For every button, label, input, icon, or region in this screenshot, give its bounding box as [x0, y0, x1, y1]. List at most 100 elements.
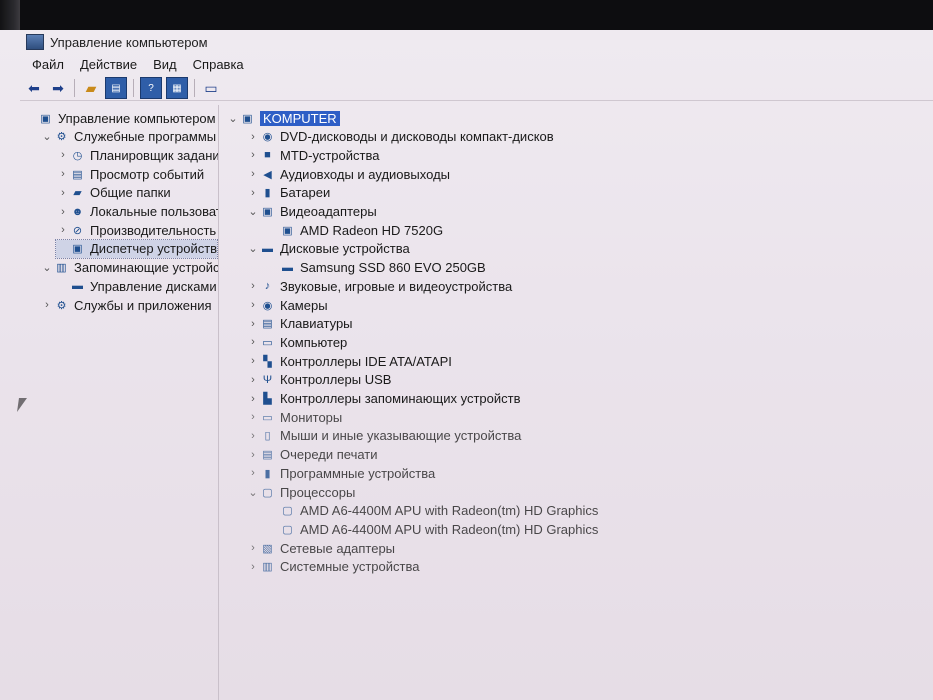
monitor-icon: ▭: [262, 411, 273, 424]
chevron-right-icon[interactable]: ›: [246, 149, 260, 161]
chevron-right-icon[interactable]: ›: [246, 187, 260, 199]
device-tree-item[interactable]: › Ψ Контроллеры USB: [246, 371, 391, 389]
device-tree-label: AMD A6-4400M APU with Radeon(tm) HD Grap…: [300, 521, 599, 537]
nav-tree-item[interactable]: ⌄ ⚙ Служебные программы: [40, 128, 216, 146]
device-tree-label: AMD Radeon HD 7520G: [300, 222, 444, 238]
nav-tree-label: Общие папки: [90, 185, 171, 201]
help-icon[interactable]: ?: [140, 77, 162, 99]
chevron-right-icon[interactable]: ›: [56, 206, 70, 218]
device-tree-item[interactable]: ⌄ ▣ KOMPUTER: [226, 109, 340, 127]
chevron-right-icon[interactable]: ›: [246, 467, 260, 479]
device-tree-label: MTD-устройства: [280, 147, 380, 163]
device-tree-label: Мониторы: [280, 409, 343, 425]
keyboard-icon: ▤: [262, 318, 273, 331]
device-tree-item[interactable]: ▣ AMD Radeon HD 7520G: [266, 221, 443, 239]
device-tree-item[interactable]: › ▤ Очереди печати: [246, 446, 377, 464]
display-adapter-icon: ▣: [262, 206, 273, 218]
device-tree-item[interactable]: › ▤ Клавиатуры: [246, 315, 353, 333]
chevron-right-icon[interactable]: ›: [246, 374, 260, 386]
folder-up-icon[interactable]: ▰: [81, 78, 101, 98]
nav-tree-item[interactable]: › ⊘ Производительность: [56, 221, 216, 239]
chevron-right-icon[interactable]: ›: [56, 168, 70, 180]
screen: Управление компьютером Файл Действие Вид…: [0, 30, 933, 700]
device-tree-item[interactable]: › ♪ Звуковые, игровые и видеоустройства: [246, 277, 512, 295]
chevron-right-icon[interactable]: ›: [246, 542, 260, 554]
nav-tree-item[interactable]: ▣ Диспетчер устройств: [54, 238, 218, 259]
device-manager-icon: ▣: [72, 243, 83, 256]
chevron-right-icon[interactable]: ›: [246, 299, 260, 311]
device-tree-item[interactable]: › ◉ DVD-дисководы и дисководы компакт-диск…: [246, 128, 554, 146]
processor-icon: ▢: [282, 523, 293, 536]
nav-tree-item[interactable]: ▣ Управление компьютером (л: [24, 109, 218, 127]
nav-tree-item[interactable]: › ☻ Локальные пользовате: [56, 203, 218, 221]
chevron-right-icon[interactable]: ›: [246, 430, 260, 442]
monitor-icon: ▭: [262, 336, 273, 349]
device-tree-item[interactable]: ▢ AMD A6-4400M APU with Radeon(tm) HD Gra…: [266, 520, 598, 538]
menu-action[interactable]: Действие: [80, 57, 137, 72]
device-tree-item[interactable]: ⌄ ▬ Дисковые устройства: [246, 240, 409, 258]
device-tree-item[interactable]: › ▥ Системные устройства: [246, 558, 419, 576]
chevron-right-icon[interactable]: ›: [246, 393, 260, 405]
menu-view[interactable]: Вид: [153, 57, 177, 72]
computer-management-icon: [26, 34, 44, 50]
device-tree-item[interactable]: › ▮ Батареи: [246, 184, 330, 202]
device-tree-item[interactable]: ⌄ ▣ Видеоадаптеры: [246, 203, 376, 221]
chevron-right-icon[interactable]: ›: [246, 355, 260, 367]
nav-tree-item[interactable]: ⌄ ▥ Запоминающие устройст: [40, 259, 218, 277]
device-tree-item[interactable]: ▢ AMD A6-4400M APU with Radeon(tm) HD Gra…: [266, 502, 598, 520]
show-hide-tree-icon[interactable]: ▤: [105, 77, 127, 99]
menu-file[interactable]: Файл: [32, 57, 64, 72]
chevron-right-icon[interactable]: ›: [246, 318, 260, 330]
chevron-right-icon[interactable]: ›: [56, 224, 70, 236]
title-bar: Управление компьютером: [20, 30, 933, 54]
chevron-down-icon[interactable]: ⌄: [226, 112, 240, 125]
nav-tree-item[interactable]: › ▰ Общие папки: [56, 184, 171, 202]
properties-icon[interactable]: ▦: [166, 77, 188, 99]
device-tree-label: KOMPUTER: [260, 110, 340, 126]
device-tree-label: Клавиатуры: [280, 316, 353, 332]
device-tree-item[interactable]: › ◉ Камеры: [246, 296, 327, 314]
chevron-down-icon[interactable]: ⌄: [246, 205, 260, 218]
chevron-right-icon[interactable]: ›: [246, 336, 260, 348]
chevron-right-icon[interactable]: ›: [40, 299, 54, 311]
chevron-right-icon[interactable]: ›: [56, 149, 70, 161]
nav-tree-item[interactable]: › ⚙ Службы и приложения: [40, 296, 211, 314]
chevron-right-icon[interactable]: ›: [246, 449, 260, 461]
device-tree-label: Батареи: [280, 185, 331, 201]
camera-icon: ◉: [262, 299, 273, 312]
chevron-down-icon[interactable]: ⌄: [40, 261, 54, 274]
chevron-right-icon[interactable]: ›: [246, 131, 260, 143]
device-tree-item[interactable]: › ▭ Компьютер: [246, 333, 347, 351]
menu-help[interactable]: Справка: [193, 57, 244, 72]
chevron-right-icon[interactable]: ›: [246, 280, 260, 292]
forward-arrow-icon[interactable]: ➡: [48, 78, 68, 98]
back-arrow-icon[interactable]: ⬅: [24, 78, 44, 98]
chevron-right-icon[interactable]: ›: [246, 561, 260, 573]
device-tree-item[interactable]: › ▭ Мониторы: [246, 408, 342, 426]
device-tree-label: Сетевые адаптеры: [280, 540, 396, 556]
chevron-down-icon[interactable]: ⌄: [246, 486, 260, 499]
chevron-down-icon[interactable]: ⌄: [40, 130, 54, 143]
monitor-icon[interactable]: ▭: [201, 78, 221, 98]
device-tree-item[interactable]: › ◀ Аудиовходы и аудиовыходы: [246, 165, 450, 183]
device-tree-label: AMD A6-4400M APU with Radeon(tm) HD Grap…: [300, 503, 599, 519]
device-tree-item[interactable]: ▬ Samsung SSD 860 EVO 250GB: [266, 259, 486, 277]
device-tree-item[interactable]: › ▚ Контроллеры IDE ATA/ATAPI: [246, 352, 452, 370]
printer-icon: ▤: [262, 449, 273, 462]
chevron-right-icon[interactable]: ›: [246, 411, 260, 423]
device-tree-item[interactable]: › ▮ Программные устройства: [246, 464, 435, 482]
device-tree-label: Samsung SSD 860 EVO 250GB: [300, 260, 486, 276]
chevron-right-icon[interactable]: ›: [246, 168, 260, 180]
nav-tree-item[interactable]: › ◷ Планировщик заданий: [56, 146, 218, 164]
nav-tree-item[interactable]: ▬ Управление дисками: [56, 277, 217, 295]
nav-tree-label: Производительность: [90, 222, 217, 238]
chevron-right-icon[interactable]: ›: [56, 187, 70, 199]
disk-drive-icon: ▬: [262, 242, 273, 255]
nav-tree-item[interactable]: › ▤ Просмотр событий: [56, 165, 204, 183]
device-tree-item[interactable]: › ▧ Сетевые адаптеры: [246, 539, 395, 557]
device-tree-item[interactable]: › ■ MTD-устройства: [246, 146, 379, 164]
device-tree-item[interactable]: › ▙ Контроллеры запоминающих устройств: [246, 390, 520, 408]
chevron-down-icon[interactable]: ⌄: [246, 242, 260, 255]
device-tree-item[interactable]: › ▯ Мыши и иные указывающие устройства: [246, 427, 521, 445]
device-tree-item[interactable]: ⌄ ▢ Процессоры: [246, 483, 355, 501]
